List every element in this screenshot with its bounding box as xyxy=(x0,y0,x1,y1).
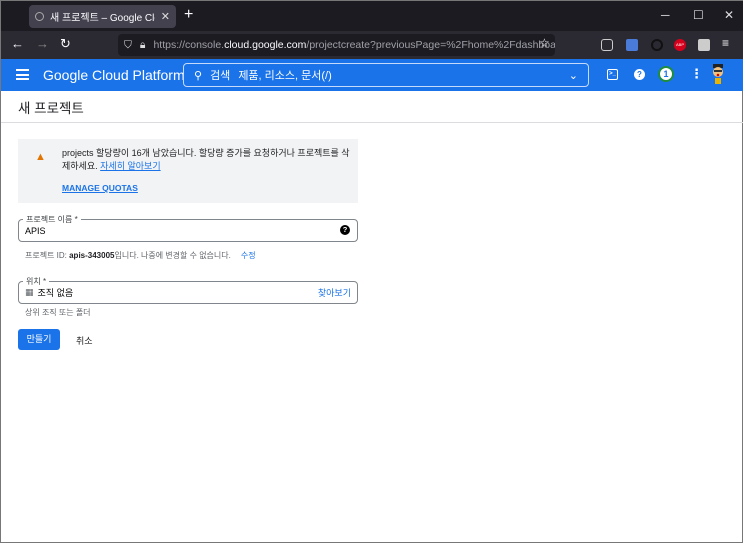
pocket-icon[interactable] xyxy=(601,39,613,51)
search-placeholder: 제품, 리소스, 문서(/) xyxy=(238,70,332,82)
location-field[interactable]: 위치 * ▦ 조직 없음 찾아보기 xyxy=(18,276,358,304)
create-button[interactable]: 만들기 xyxy=(18,329,60,350)
back-icon[interactable]: ← xyxy=(11,36,24,51)
bookmark-star-icon[interactable]: ☆ xyxy=(539,36,550,50)
browser-nav-bar: ← → ↻ ⛉ 🔒︎ https://console.cloud.google.… xyxy=(1,31,743,59)
cancel-button[interactable]: 취소 xyxy=(76,334,93,347)
project-name-value: APIS xyxy=(25,225,46,236)
adblock-label: ABP xyxy=(675,42,684,47)
edit-id-button[interactable]: 수정 xyxy=(241,251,256,260)
warning-icon: ▲ xyxy=(35,151,46,163)
tab-title: 새 프로젝트 – Google Cloud P xyxy=(50,13,155,24)
location-label: 위치 * xyxy=(23,276,50,287)
maximize-icon[interactable]: ☐ xyxy=(693,8,704,22)
cloud-shell-icon[interactable]: >_ xyxy=(607,69,618,80)
project-id-hint: 프로젝트 ID: apis-343005입니다. 나중에 변경할 수 없습니다.… xyxy=(25,250,256,261)
project-name-label: 프로젝트 이름 * xyxy=(23,214,81,225)
browser-tab[interactable]: 새 프로젝트 – Google Cloud P ✕ xyxy=(29,5,176,28)
search-icon: ⚲ xyxy=(194,69,203,82)
browser-tab-bar: 새 프로젝트 – Google Cloud P ✕ + ─ ☐ ✕ xyxy=(1,1,743,31)
help-icon[interactable]: ? xyxy=(634,69,645,80)
project-name-field[interactable]: 프로젝트 이름 * APIS ? xyxy=(18,214,358,242)
url-domain: cloud.google.com xyxy=(224,39,307,51)
browse-button[interactable]: 찾아보기 xyxy=(318,286,351,299)
project-id: apis-343005 xyxy=(69,251,115,260)
hamburger-menu-icon[interactable] xyxy=(16,69,29,80)
building-icon: ▦ xyxy=(25,287,34,297)
translate-extension-icon[interactable] xyxy=(626,39,638,51)
gcp-header: Google Cloud Platform ⚲ 검색 제품, 리소스, 문서(/… xyxy=(1,59,743,91)
close-window-icon[interactable]: ✕ xyxy=(724,8,734,22)
app-menu-icon[interactable]: ≡ xyxy=(722,36,729,50)
brand-logo[interactable]: Google Cloud Platform xyxy=(43,67,185,83)
manage-quotas-link[interactable]: MANAGE QUOTAS xyxy=(62,183,138,193)
new-tab-icon[interactable]: + xyxy=(184,6,193,24)
location-hint: 상위 조직 또는 폴더 xyxy=(25,308,91,317)
help-icon[interactable]: ? xyxy=(340,225,350,235)
shield-icon: ⛉ xyxy=(124,38,132,51)
minimize-icon[interactable]: ─ xyxy=(661,8,670,22)
url-prefix: https://console. xyxy=(153,39,225,51)
profile-extension-icon[interactable] xyxy=(698,39,710,51)
avatar[interactable] xyxy=(710,64,726,84)
quota-warning: ▲ projects 할당량이 16개 남았습니다. 할당량 증가를 요청하거나… xyxy=(18,139,358,203)
location-value: 조직 없음 xyxy=(37,288,74,298)
id-prefix: 프로젝트 ID: xyxy=(25,251,70,260)
learn-more-link[interactable]: 자세히 알아보기 xyxy=(100,161,160,171)
notification-count: 1 xyxy=(663,69,669,79)
url-bar[interactable]: ⛉ 🔒︎ https://console.cloud.google.com/pr… xyxy=(118,34,555,56)
more-vert-icon[interactable]: ⋮ xyxy=(690,66,703,82)
chevron-down-icon[interactable]: ⌄ xyxy=(569,69,578,82)
search-label: 검색 xyxy=(210,70,231,82)
search-bar[interactable]: ⚲ 검색 제품, 리소스, 문서(/) ⌄ xyxy=(183,63,589,87)
extension-icon[interactable] xyxy=(651,39,663,51)
gear-icon xyxy=(35,12,44,21)
lock-icon: 🔒︎ xyxy=(139,38,146,51)
notifications-badge[interactable]: 1 xyxy=(658,66,674,82)
forward-icon[interactable]: → xyxy=(36,36,49,51)
reload-icon[interactable]: ↻ xyxy=(60,36,71,52)
close-tab-icon[interactable]: ✕ xyxy=(161,10,170,23)
url-path: /projectcreate?previousPage=%2Fhome%2Fda… xyxy=(306,39,555,51)
id-suffix: 입니다. 나중에 변경할 수 없습니다. xyxy=(114,251,231,260)
adblock-icon[interactable]: ABP xyxy=(674,39,686,51)
page-title: 새 프로젝트 xyxy=(1,91,743,123)
